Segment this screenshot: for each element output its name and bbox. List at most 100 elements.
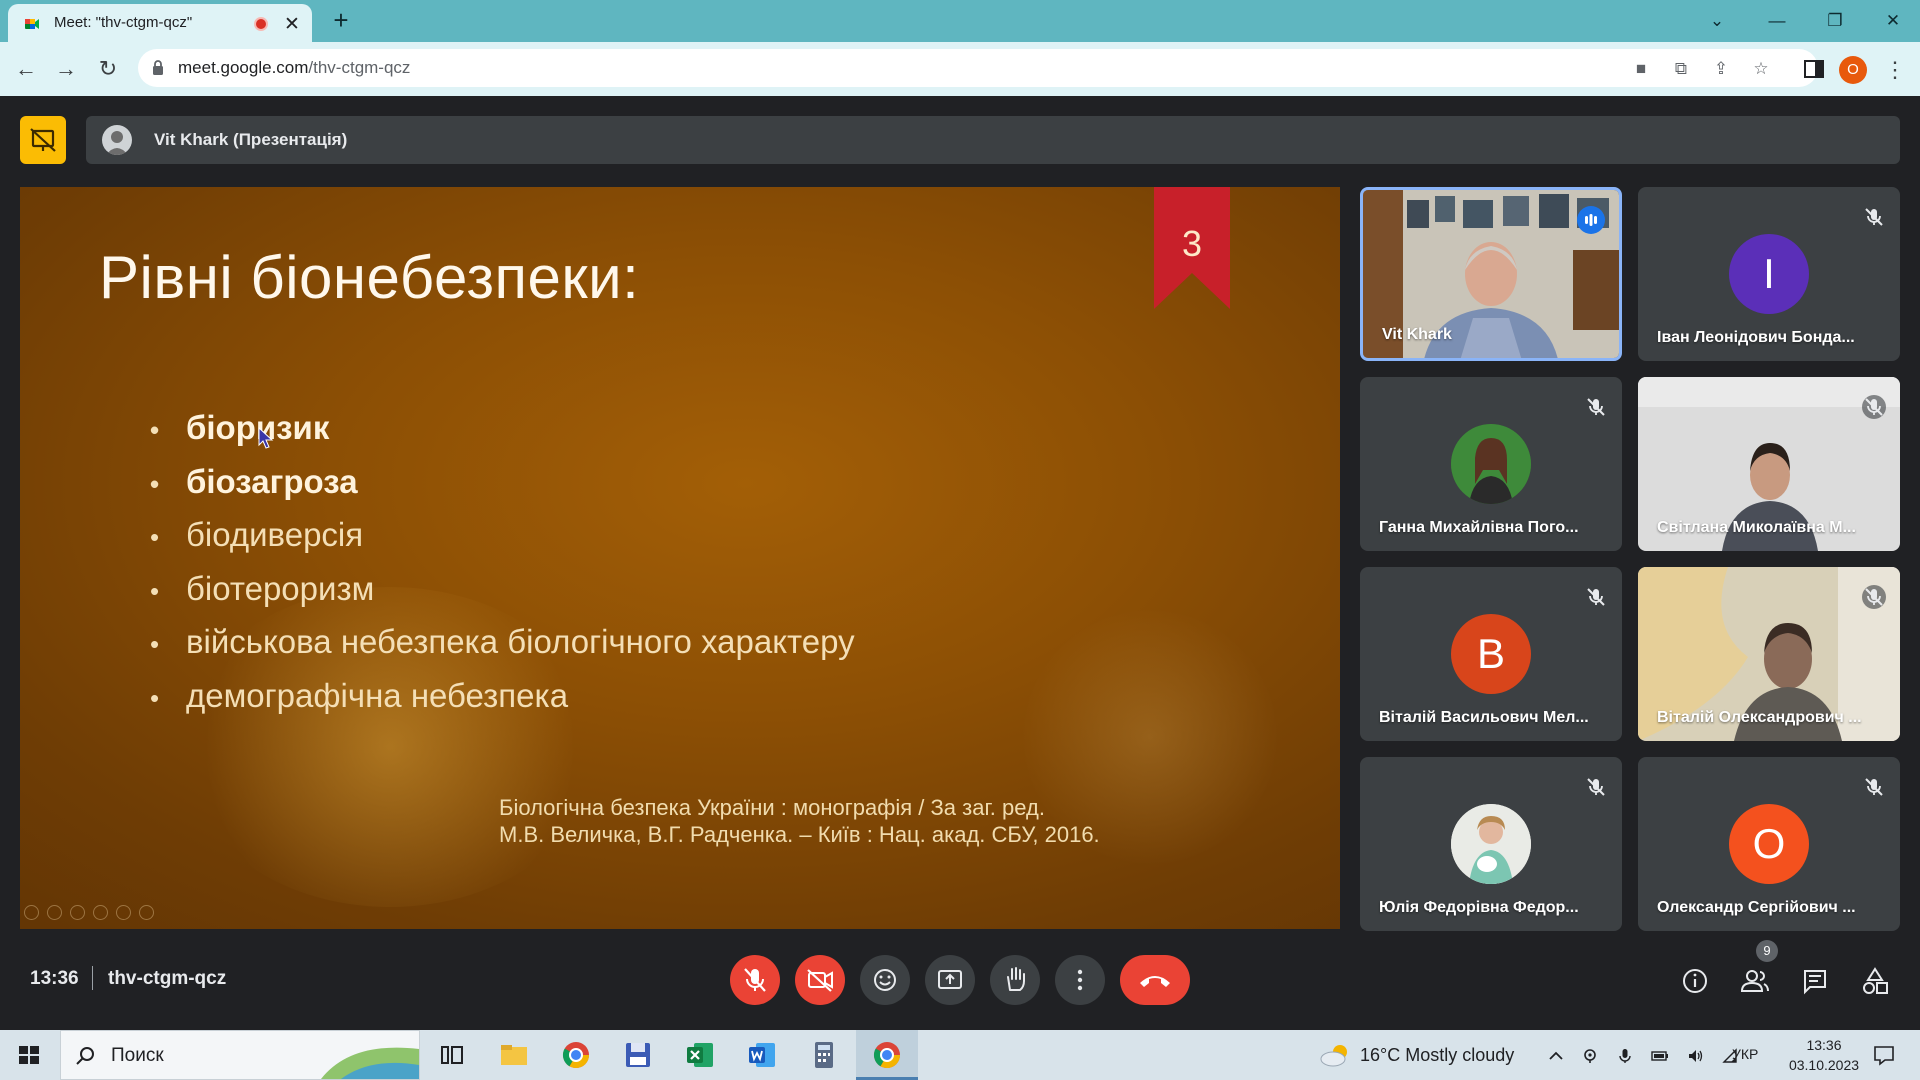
profile-avatar[interactable]: O — [1839, 56, 1867, 84]
leave-call-button[interactable] — [1120, 955, 1190, 1005]
chrome-menu-icon[interactable]: ⋮ — [1880, 56, 1910, 84]
participant-name: Віталій Олександрович ... — [1657, 709, 1862, 726]
presenter-name: Vit Khark (Презентація) — [154, 130, 348, 149]
browser-toolbar: ← → ↻ meet.google.com/thv-ctgm-qcz ■ ⧉ ⇪… — [0, 42, 1920, 96]
participant-name: Vit Khark — [1382, 326, 1452, 343]
participant-name: Юлія Федорівна Федор... — [1379, 899, 1579, 916]
back-button[interactable]: ← — [8, 51, 44, 87]
search-icon — [76, 1047, 94, 1065]
separator — [92, 966, 93, 990]
bookmark-star-icon[interactable]: ☆ — [1750, 58, 1772, 80]
tab-close-icon[interactable]: ✕ — [284, 13, 300, 36]
more-options-button[interactable] — [1055, 955, 1105, 1005]
activities-icon[interactable] — [1858, 964, 1892, 998]
browser-tab[interactable]: Meet: "thv-ctgm-qcz" ✕ — [8, 4, 312, 42]
restore-button[interactable]: ❐ — [1812, 6, 1858, 36]
microphone-off-icon — [1862, 585, 1886, 609]
meeting-code: thv-ctgm-qcz — [108, 968, 227, 989]
people-icon[interactable] — [1738, 964, 1772, 998]
meeting-clock: 13:36 — [30, 968, 79, 989]
webcam-tray-icon[interactable] — [1582, 1048, 1598, 1064]
participant-avatar: І — [1729, 234, 1809, 314]
side-panel-icon[interactable] — [1804, 60, 1824, 78]
microphone-toggle-button[interactable] — [730, 955, 780, 1005]
present-screen-button[interactable] — [925, 955, 975, 1005]
chevron-up-icon[interactable] — [1548, 1048, 1564, 1064]
translate-icon[interactable]: ⧉ — [1670, 58, 1692, 80]
participant-tile[interactable]: Ганна Михайлівна Пого... — [1360, 377, 1622, 551]
microphone-tray-icon[interactable] — [1617, 1048, 1633, 1064]
chrome-icon[interactable] — [560, 1039, 592, 1071]
slideshow-controls[interactable] — [24, 905, 162, 925]
tab-search-chevron-down-icon[interactable]: ⌄ — [1694, 6, 1740, 36]
active-chrome-taskbar-button[interactable] — [856, 1030, 918, 1080]
share-icon[interactable]: ⇪ — [1710, 58, 1732, 80]
citation-line: Біологічна безпека України : монографія … — [499, 795, 1045, 820]
chat-icon[interactable] — [1798, 964, 1832, 998]
presentation-off-icon — [30, 128, 56, 152]
emoji-icon — [874, 969, 896, 991]
participant-tile[interactable]: Юлія Федорівна Федор... — [1360, 757, 1622, 931]
minimize-button[interactable]: — — [1754, 6, 1800, 36]
reactions-button[interactable] — [860, 955, 910, 1005]
participant-name: Іван Леонідович Бонда... — [1657, 329, 1855, 346]
volume-icon[interactable] — [1688, 1048, 1704, 1064]
calculator-icon[interactable] — [808, 1039, 840, 1071]
participant-tile[interactable]: І Іван Леонідович Бонда... — [1638, 187, 1900, 361]
close-window-button[interactable]: ✕ — [1870, 6, 1916, 36]
participant-tile[interactable]: В Віталій Васильович Мел... — [1360, 567, 1622, 741]
search-placeholder: Поиск — [111, 1045, 164, 1066]
forward-button[interactable]: → — [48, 51, 84, 87]
participant-tile[interactable]: Світлана Миколаївна М... — [1638, 377, 1900, 551]
task-view-icon[interactable] — [436, 1039, 468, 1071]
input-language-indicator[interactable]: УКР — [1732, 1046, 1758, 1062]
taskbar-clock[interactable]: 13:36 03.10.2023 — [1788, 1035, 1860, 1075]
weather-cloudy-icon[interactable] — [1318, 1042, 1352, 1068]
slide-more-icon[interactable] — [139, 905, 154, 920]
notifications-icon[interactable] — [1872, 1043, 1896, 1067]
weather-text[interactable]: 16°C Mostly cloudy — [1360, 1045, 1514, 1066]
participant-tile[interactable]: Vit Khark — [1360, 187, 1622, 361]
stop-presentation-button[interactable] — [20, 116, 66, 164]
microphone-off-icon — [1584, 395, 1608, 419]
participant-name: Віталій Васильович Мел... — [1379, 709, 1589, 726]
bullet-item: військова небезпека біологічного характе… — [150, 623, 855, 677]
raise-hand-button[interactable] — [990, 955, 1040, 1005]
participant-count-badge: 9 — [1756, 940, 1778, 962]
file-explorer-icon[interactable] — [498, 1039, 530, 1071]
microphone-off-icon — [1862, 205, 1886, 229]
battery-icon[interactable] — [1651, 1048, 1669, 1064]
url-text: meet.google.com/thv-ctgm-qcz — [178, 58, 411, 77]
slide-pen-icon[interactable] — [70, 905, 85, 920]
meeting-details-info-icon[interactable] — [1678, 964, 1712, 998]
slide-prev-icon[interactable] — [24, 905, 39, 920]
new-tab-button[interactable]: + — [326, 5, 356, 35]
participant-tile[interactable]: О Олександр Сергійович ... — [1638, 757, 1900, 931]
slide-zoom-icon[interactable] — [116, 905, 131, 920]
camera-in-use-icon[interactable]: ■ — [1630, 58, 1652, 80]
bullet-item: біодиверсія — [150, 516, 855, 570]
camera-toggle-button[interactable] — [795, 955, 845, 1005]
bullet-item: біозагроза — [150, 463, 855, 517]
reload-button[interactable]: ↻ — [90, 51, 126, 87]
tab-title: Meet: "thv-ctgm-qcz" — [54, 14, 193, 31]
slide-grid-icon[interactable] — [93, 905, 108, 920]
participant-name: Олександр Сергійович ... — [1657, 899, 1856, 916]
windows-start-icon[interactable] — [0, 1030, 58, 1080]
taskbar-search-box[interactable]: Поиск — [60, 1030, 420, 1080]
taskbar-time: 13:36 — [1806, 1037, 1842, 1053]
lock-icon — [153, 60, 163, 75]
microphone-off-icon — [1584, 585, 1608, 609]
mouse-cursor-icon — [258, 427, 274, 449]
participant-tile[interactable]: Віталій Олександрович ... — [1638, 567, 1900, 741]
slide-next-icon[interactable] — [47, 905, 62, 920]
word-icon[interactable] — [746, 1039, 778, 1071]
camera-off-icon — [807, 969, 833, 992]
excel-icon[interactable] — [684, 1039, 716, 1071]
address-bar[interactable]: meet.google.com/thv-ctgm-qcz ■ ⧉ ⇪ ☆ — [138, 49, 1818, 87]
participant-photo-avatar — [1451, 804, 1531, 884]
recording-indicator-icon — [254, 17, 268, 31]
save-disk-icon[interactable] — [622, 1039, 654, 1071]
taskbar-date: 03.10.2023 — [1788, 1057, 1860, 1073]
system-tray — [1548, 1047, 1738, 1065]
